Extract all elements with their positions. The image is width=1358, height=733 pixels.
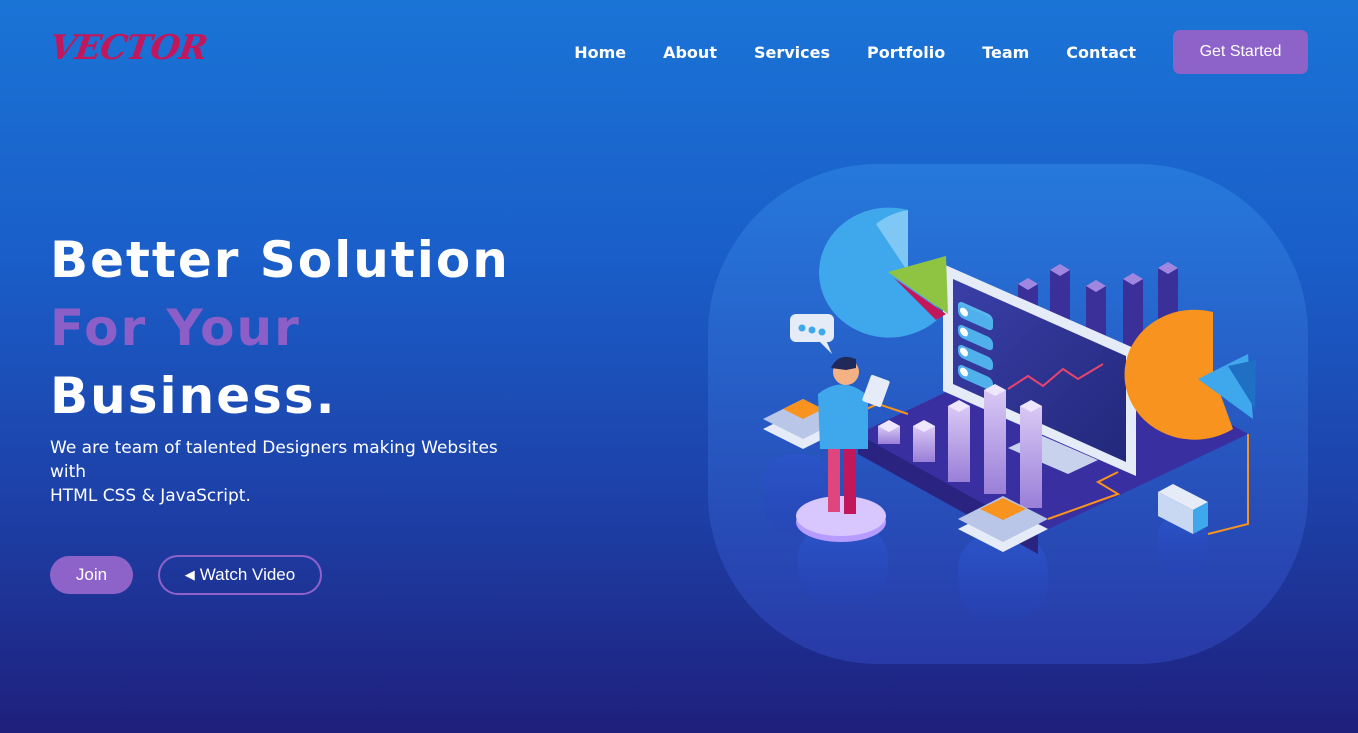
- nav-portfolio[interactable]: Portfolio: [867, 43, 945, 62]
- hero-description: We are team of talented Designers making…: [50, 436, 510, 508]
- hero-actions: Join ◀ Watch Video: [50, 555, 322, 595]
- join-button[interactable]: Join: [50, 556, 133, 594]
- hero-title-line-3: Business.: [50, 367, 337, 425]
- brand-logo[interactable]: VECTOR: [47, 28, 209, 68]
- nav-home[interactable]: Home: [574, 43, 626, 62]
- hero-description-line-1: We are team of talented Designers making…: [50, 438, 498, 458]
- hero-description-line-3: HTML CSS & JavaScript.: [50, 486, 251, 506]
- nav-services[interactable]: Services: [754, 43, 830, 62]
- hero-section: Better Solution For Your Business. We ar…: [50, 226, 530, 508]
- hero-title-line-2: For Your: [50, 299, 301, 357]
- hero-description-line-2: with: [50, 462, 87, 482]
- watch-video-button[interactable]: ◀ Watch Video: [158, 555, 322, 595]
- get-started-button[interactable]: Get Started: [1173, 30, 1308, 74]
- play-icon: ◀: [184, 567, 195, 582]
- main-nav: Home About Services Portfolio Team Conta…: [574, 30, 1308, 74]
- business-analytics-illustration: [708, 164, 1308, 664]
- nav-team[interactable]: Team: [982, 43, 1029, 62]
- nav-contact[interactable]: Contact: [1066, 43, 1136, 62]
- hero-title-line-1: Better Solution: [50, 231, 510, 289]
- nav-about[interactable]: About: [663, 43, 717, 62]
- watch-video-label: Watch Video: [199, 565, 296, 584]
